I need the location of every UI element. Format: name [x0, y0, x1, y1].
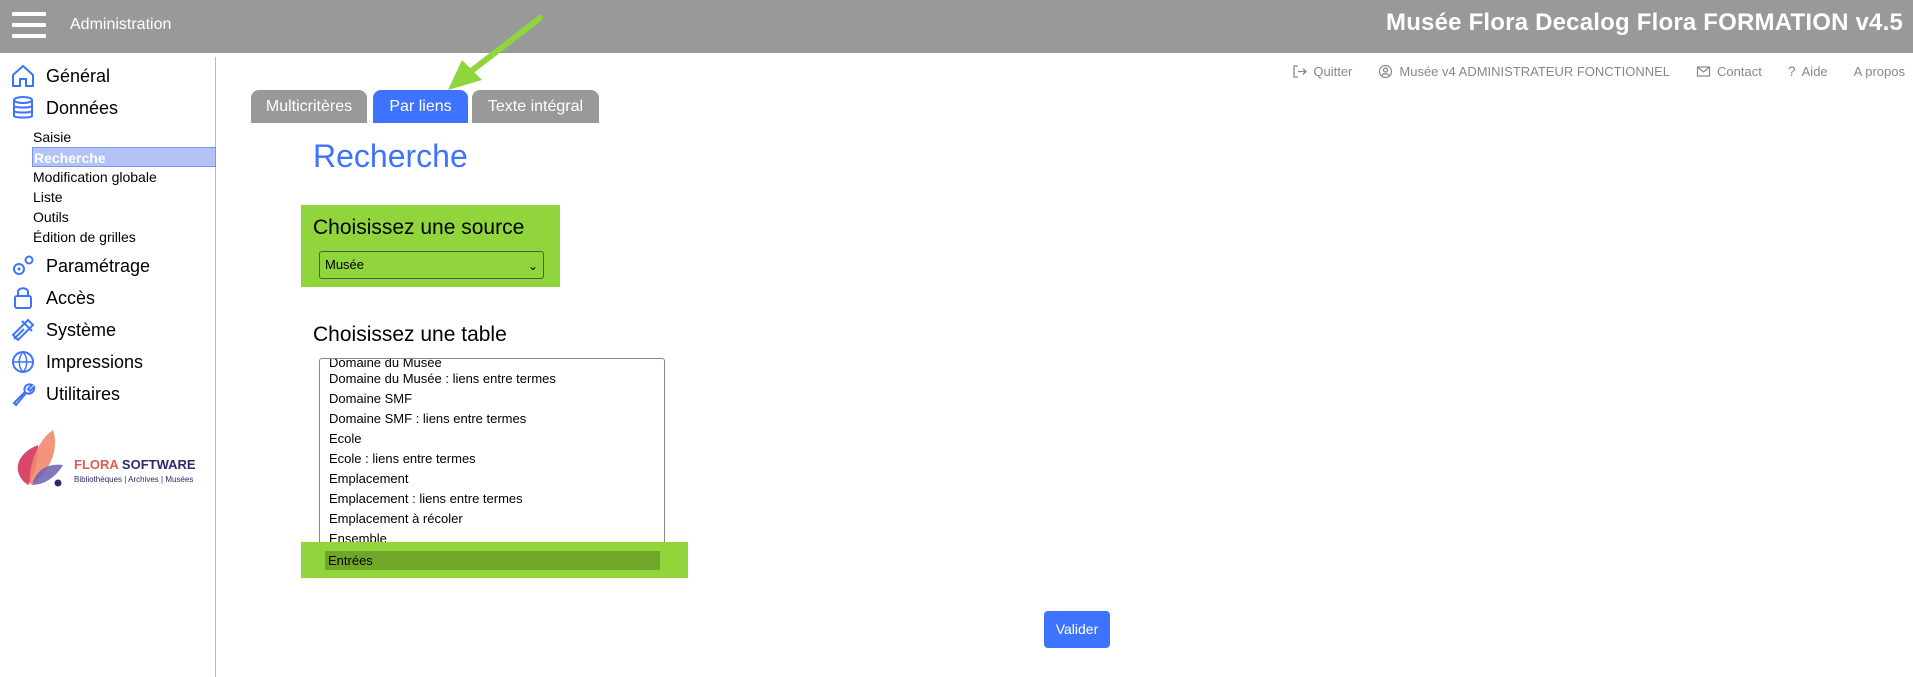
tab-par-liens[interactable]: Par liens — [373, 90, 468, 123]
sidebar-item-impressions[interactable]: Impressions — [10, 347, 143, 377]
list-item[interactable]: Domaine du Musée : liens entre termes — [329, 369, 556, 389]
annotation-arrow-icon — [448, 15, 543, 90]
database-icon — [13, 96, 33, 119]
list-item[interactable]: Emplacement : liens entre termes — [329, 489, 523, 509]
help-link[interactable]: ? Aide — [1788, 63, 1828, 79]
sidebar-item-label: Général — [46, 65, 111, 86]
user-icon — [1379, 64, 1393, 78]
submenu-item-outils[interactable]: Outils — [32, 207, 216, 227]
top-bar: Administration Musée Flora Decalog Flora… — [0, 0, 1913, 53]
submenu-item-edition-grilles[interactable]: Édition de grilles — [32, 227, 216, 247]
table-heading: Choisissez une table — [313, 323, 507, 346]
submenu-item-saisie[interactable]: Saisie — [32, 127, 216, 147]
sidebar-item-label: Paramétrage — [46, 255, 151, 276]
selected-option-bg — [325, 551, 660, 570]
logout-icon — [1293, 64, 1308, 78]
tab-multicriteres[interactable]: Multicritères — [251, 90, 367, 123]
sidebar-item-general[interactable]: Général — [10, 61, 110, 91]
sidebar-item-parametrage[interactable]: Paramétrage — [10, 251, 150, 281]
about-link[interactable]: A propos — [1854, 63, 1905, 79]
globe-icon — [12, 351, 34, 374]
gears-icon — [13, 255, 34, 275]
sidebar-item-label: Impressions — [46, 351, 144, 372]
submenu-item-recherche[interactable]: Recherche — [32, 147, 216, 167]
sidebar-item-donnees[interactable]: Données — [10, 93, 118, 123]
user-link[interactable]: Musée v4 ADMINISTRATEUR FONCTIONNEL — [1378, 63, 1670, 79]
list-item[interactable]: Domaine SMF : liens entre termes — [329, 409, 526, 429]
data-submenu: Saisie Recherche Modification globale Li… — [32, 127, 216, 247]
sidebar-item-systeme[interactable]: Système — [10, 315, 116, 345]
table-listbox[interactable]: Domaine du Musée Domaine du Musée : lien… — [319, 358, 665, 570]
sidebar-item-label: Données — [46, 97, 119, 118]
tools-icon — [11, 318, 35, 342]
submit-button[interactable]: Valider — [1044, 611, 1110, 648]
list-item[interactable]: Emplacement — [329, 469, 408, 489]
sidebar-item-acces[interactable]: Accès — [10, 283, 95, 313]
section-title: Administration — [70, 16, 172, 33]
list-item[interactable]: Emplacement à récoler — [329, 509, 463, 529]
list-item[interactable]: Ecole : liens entre termes — [329, 449, 476, 469]
list-item[interactable]: Ecole — [329, 429, 362, 449]
chevron-down-icon: ⌄ — [527, 259, 538, 273]
source-select[interactable]: Musée ⌄ — [319, 251, 544, 279]
logo-name: FLORA SOFTWARE — [74, 457, 196, 472]
question-icon: ? — [1787, 63, 1796, 79]
list-item[interactable]: Domaine SMF — [329, 389, 412, 409]
wrench-icon — [12, 383, 36, 407]
page-title: Recherche — [313, 138, 468, 174]
envelope-icon — [1696, 65, 1711, 77]
top-links: Quitter Musée v4 ADMINISTRATEUR FONCTION… — [1292, 63, 1905, 79]
contact-link[interactable]: Contact — [1696, 63, 1762, 79]
hamburger-menu-icon[interactable] — [12, 12, 46, 38]
submenu-item-liste[interactable]: Liste — [32, 187, 216, 207]
app-title: Musée Flora Decalog Flora FORMATION v4.5 — [1386, 9, 1903, 36]
source-section: Choisissez une source Musée ⌄ — [301, 205, 560, 287]
submenu-item-modification-globale[interactable]: Modification globale — [32, 167, 216, 187]
quit-link[interactable]: Quitter — [1292, 63, 1352, 79]
logo-tagline: Bibliothèques | Archives | Musées — [74, 475, 194, 484]
sidebar-item-utilitaires[interactable]: Utilitaires — [10, 379, 120, 409]
tab-texte-integral[interactable]: Texte intégral — [472, 90, 599, 123]
lock-icon — [14, 287, 32, 309]
source-heading: Choisissez une source — [313, 216, 525, 239]
sidebar-item-label: Utilitaires — [46, 383, 121, 404]
sidebar: Général Données Saisie Recherche Modific… — [0, 57, 216, 677]
selected-list-item[interactable]: Entrées — [328, 551, 373, 570]
selected-table-highlight: Entrées — [301, 542, 688, 578]
home-icon — [12, 64, 34, 87]
sidebar-item-label: Accès — [46, 287, 96, 308]
sidebar-item-label: Système — [46, 319, 117, 340]
